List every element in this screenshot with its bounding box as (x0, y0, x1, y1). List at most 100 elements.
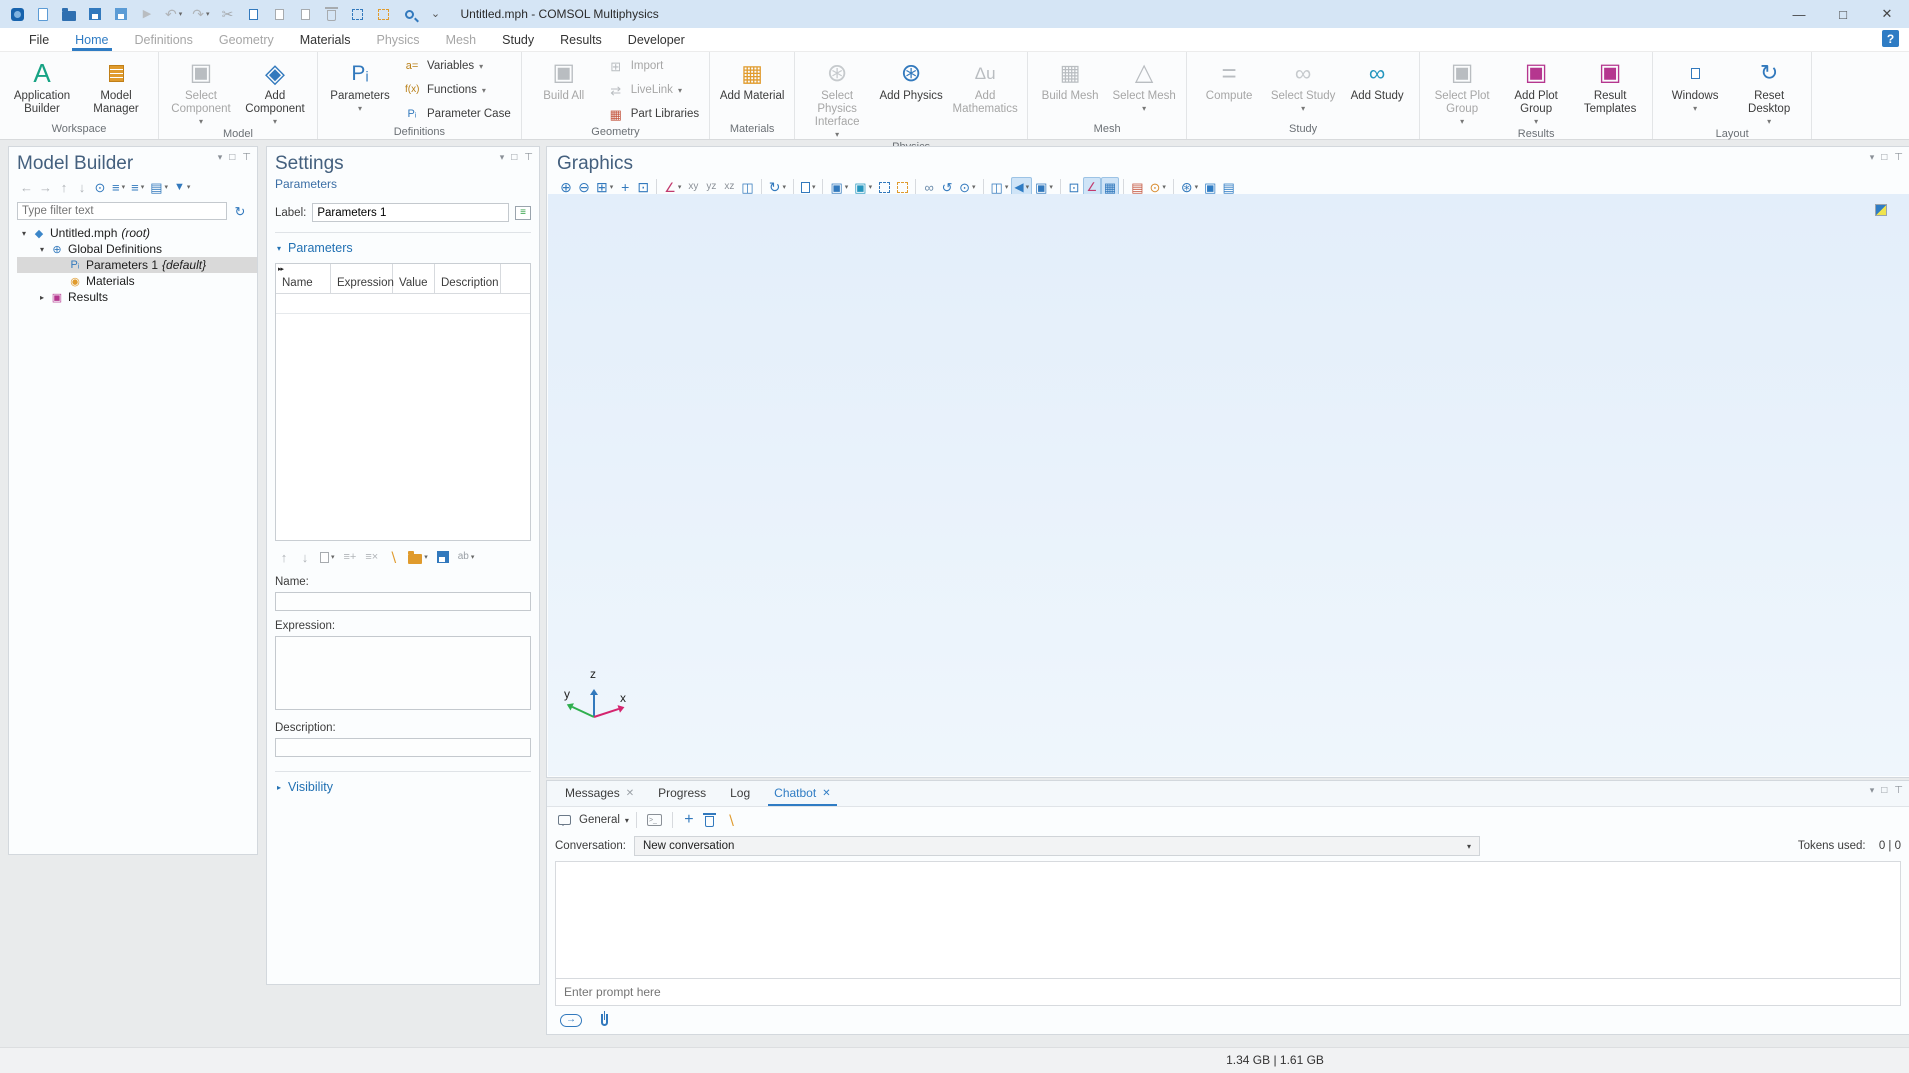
compute-button[interactable]: =Compute (1193, 56, 1265, 121)
load-from-file-icon[interactable]: ▾ (405, 547, 431, 567)
send-prompt-icon[interactable] (557, 1010, 585, 1030)
livelink-button[interactable]: ⇄LiveLink▾ (606, 80, 699, 100)
add-plot-group-button[interactable]: ▣Add Plot Group▾ (1500, 56, 1572, 126)
parameter-case-button[interactable]: PᵢParameter Case (402, 104, 511, 124)
select-study-button[interactable]: ∞Select Study▾ (1267, 56, 1339, 121)
select-mesh-button[interactable]: △Select Mesh▾ (1108, 56, 1180, 121)
graphics-canvas[interactable]: z y x (548, 194, 1909, 776)
tab-physics[interactable]: Physics (363, 30, 432, 51)
panel-float-icon[interactable]: □ (511, 152, 517, 163)
go-back-icon[interactable]: ← (17, 177, 36, 197)
column-header-extra[interactable] (501, 264, 530, 293)
tab-geometry[interactable]: Geometry (206, 30, 287, 51)
duplicate-icon[interactable] (295, 4, 317, 24)
select-component-button[interactable]: ▣Select Component▾ (165, 56, 237, 126)
tab-mesh[interactable]: Mesh (433, 30, 490, 51)
functions-button[interactable]: f(x)Functions▾ (402, 80, 511, 100)
panel-menu-icon[interactable]: ▾ (1870, 152, 1875, 163)
parameters-section-header[interactable]: ▾ Parameters (277, 241, 531, 255)
column-header-description[interactable]: Description (435, 264, 501, 293)
description-field[interactable] (275, 738, 531, 757)
build-mesh-button[interactable]: ▦Build Mesh (1034, 56, 1106, 121)
tree-item-results[interactable]: ▸▣Results (17, 289, 257, 305)
run-icon[interactable]: ▶ (136, 4, 158, 24)
close-icon[interactable]: ✕ (822, 788, 830, 799)
show-icon[interactable]: ⊙ (91, 177, 109, 197)
expression-field[interactable] (275, 636, 531, 710)
tree-item-global-definitions[interactable]: ▾⊕Global Definitions (17, 241, 257, 257)
tree-expander-icon[interactable]: ▸ (35, 293, 49, 302)
parameters-button[interactable]: PᵢParameters▾ (324, 56, 396, 124)
model-manager-button[interactable]: Model Manager (80, 56, 152, 121)
tab-file[interactable]: File (16, 30, 62, 51)
clear-table-icon[interactable]: ∖ (384, 547, 402, 567)
go-forward-icon[interactable]: → (36, 177, 55, 197)
tab-definitions[interactable]: Definitions (122, 30, 206, 51)
select-plot-group-button[interactable]: ▣Select Plot Group▾ (1426, 56, 1498, 126)
add-row-icon[interactable]: ≡+ (341, 547, 360, 567)
clear-selection-icon[interactable] (373, 4, 395, 24)
panel-menu-icon[interactable]: ▾ (218, 152, 223, 163)
panel-menu-icon[interactable]: ▾ (500, 152, 505, 163)
clear-conversation-icon[interactable]: ∖ (722, 810, 740, 830)
terminal-icon[interactable] (644, 810, 665, 830)
panel-pin-icon[interactable]: ⊤ (1894, 152, 1903, 163)
undo-icon[interactable]: ↶▾ (162, 4, 185, 24)
tree-item-root[interactable]: ▾◆Untitled.mph(root) (17, 225, 257, 241)
filter-icon[interactable]: ▼▾ (171, 177, 193, 197)
add-conversation-icon[interactable]: + (680, 810, 698, 830)
close-button[interactable]: ✕ (1865, 0, 1909, 28)
column-header-expression[interactable]: Expression (331, 264, 393, 293)
legend-icon[interactable] (1875, 204, 1887, 216)
note-icon[interactable] (515, 206, 531, 220)
tree-expander-icon[interactable]: ▾ (35, 245, 49, 254)
reset-desktop-button[interactable]: ↻Reset Desktop▾ (1733, 56, 1805, 126)
panel-menu-icon[interactable]: ▾ (1870, 785, 1875, 796)
tree-item-parameters-1[interactable]: PᵢParameters 1{default} (17, 257, 257, 273)
visibility-section-header[interactable]: ▸ Visibility (277, 780, 531, 794)
general-dropdown-label[interactable]: General (579, 814, 620, 826)
copy-icon[interactable] (243, 4, 265, 24)
part-libraries-button[interactable]: ▦Part Libraries (606, 104, 699, 124)
expand-all-icon[interactable]: ≡▾ (128, 177, 147, 197)
name-field[interactable] (275, 592, 531, 611)
row-down-icon[interactable]: ↓ (296, 547, 314, 567)
refresh-icon[interactable]: ↻ (231, 201, 249, 221)
column-header-value[interactable]: Value (393, 264, 435, 293)
label-input[interactable] (312, 203, 509, 222)
panel-pin-icon[interactable]: ⊤ (524, 152, 533, 163)
tree-item-materials[interactable]: ◉Materials (17, 273, 257, 289)
collapse-all-icon[interactable]: ≡▾ (109, 177, 128, 197)
attach-file-icon[interactable] (595, 1010, 613, 1030)
panel-pin-icon[interactable]: ⊤ (1894, 785, 1903, 796)
import-button[interactable]: ⊞Import (606, 56, 699, 76)
tab-study[interactable]: Study (489, 30, 547, 51)
add-material-button[interactable]: ▦Add Material (716, 56, 788, 121)
delete-row-icon[interactable]: ≡× (362, 547, 381, 567)
panel-float-icon[interactable]: □ (229, 152, 235, 163)
save-to-file-icon[interactable] (434, 547, 452, 567)
add-mathematics-button[interactable]: ΔuAdd Mathematics (949, 56, 1021, 139)
tab-home[interactable]: Home (62, 30, 121, 51)
result-templates-button[interactable]: ▣Result Templates (1574, 56, 1646, 126)
chat-bubble-icon[interactable] (555, 810, 574, 830)
find-icon[interactable] (399, 4, 421, 24)
minimize-button[interactable]: — (1777, 0, 1821, 28)
open-file-icon[interactable] (58, 4, 80, 24)
tree-columns-icon[interactable]: ▤▾ (147, 177, 171, 197)
application-builder-button[interactable]: AApplication Builder (6, 56, 78, 121)
column-header-name[interactable]: Name (276, 264, 331, 293)
select-icon[interactable] (347, 4, 369, 24)
prompt-input[interactable] (556, 979, 1900, 1005)
panel-pin-icon[interactable]: ⊤ (242, 152, 251, 163)
move-up-icon[interactable]: ↑ (55, 177, 73, 197)
delete-conversation-icon[interactable] (701, 810, 719, 830)
parameters-table[interactable]: ▸▸ NameExpressionValueDescription (275, 263, 531, 541)
help-button[interactable]: ? (1882, 30, 1899, 47)
save-as-icon[interactable] (110, 4, 132, 24)
panel-float-icon[interactable]: □ (1881, 152, 1887, 163)
panel-float-icon[interactable]: □ (1881, 785, 1887, 796)
tab-chatbot[interactable]: Chatbot✕ (762, 782, 842, 806)
row-up-icon[interactable]: ↑ (275, 547, 293, 567)
move-down-icon[interactable]: ↓ (73, 177, 91, 197)
